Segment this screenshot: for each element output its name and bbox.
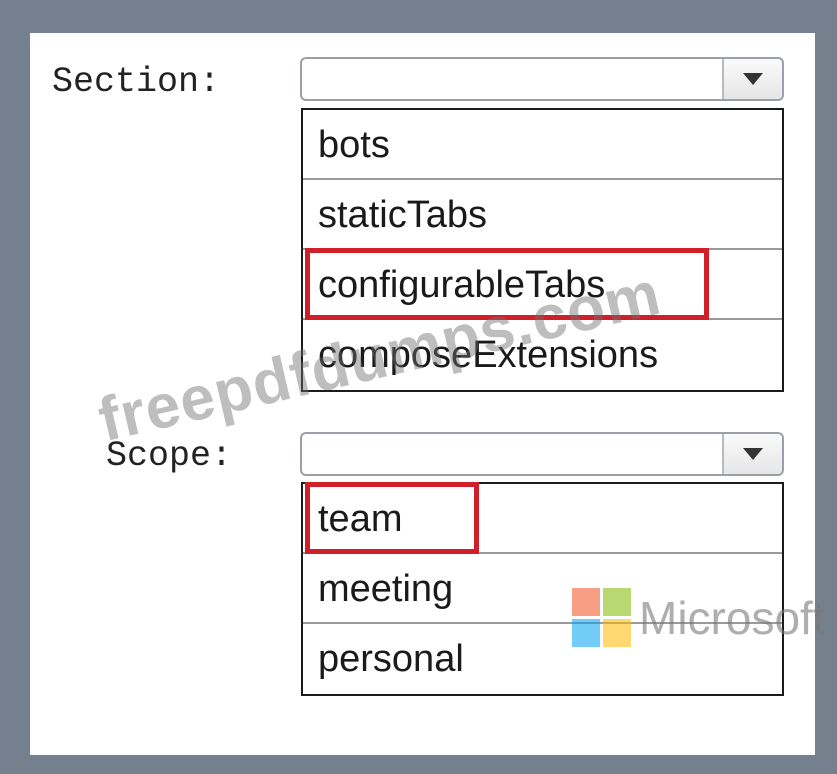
- section-option-bots[interactable]: bots: [303, 110, 782, 180]
- scope-option-team[interactable]: team: [303, 482, 782, 554]
- scope-dropdown[interactable]: [300, 432, 784, 476]
- scope-option-meeting[interactable]: meeting: [303, 554, 782, 624]
- section-dropdown[interactable]: [300, 57, 784, 101]
- option-label: personal: [318, 638, 464, 680]
- scope-label: Scope:: [106, 436, 233, 476]
- option-label: configurableTabs: [318, 264, 606, 306]
- option-label: meeting: [318, 568, 454, 610]
- section-option-statictabs[interactable]: staticTabs: [303, 180, 782, 250]
- section-dropdown-button[interactable]: [722, 59, 782, 99]
- chevron-down-icon: [743, 448, 763, 460]
- scope-option-personal[interactable]: personal: [303, 624, 782, 694]
- scope-dropdown-button[interactable]: [722, 434, 782, 474]
- option-label: team: [318, 498, 403, 540]
- chevron-down-icon: [743, 73, 763, 85]
- section-options-list: bots staticTabs configurableTabs compose…: [301, 108, 784, 392]
- scope-options-list: team meeting personal: [301, 482, 784, 696]
- section-label: Section:: [52, 62, 221, 102]
- option-label: staticTabs: [318, 194, 487, 236]
- section-option-configurabletabs[interactable]: configurableTabs: [303, 248, 782, 320]
- section-option-composeextensions[interactable]: composeExtensions: [303, 320, 782, 390]
- option-label: composeExtensions: [318, 334, 659, 376]
- option-label: bots: [318, 124, 390, 166]
